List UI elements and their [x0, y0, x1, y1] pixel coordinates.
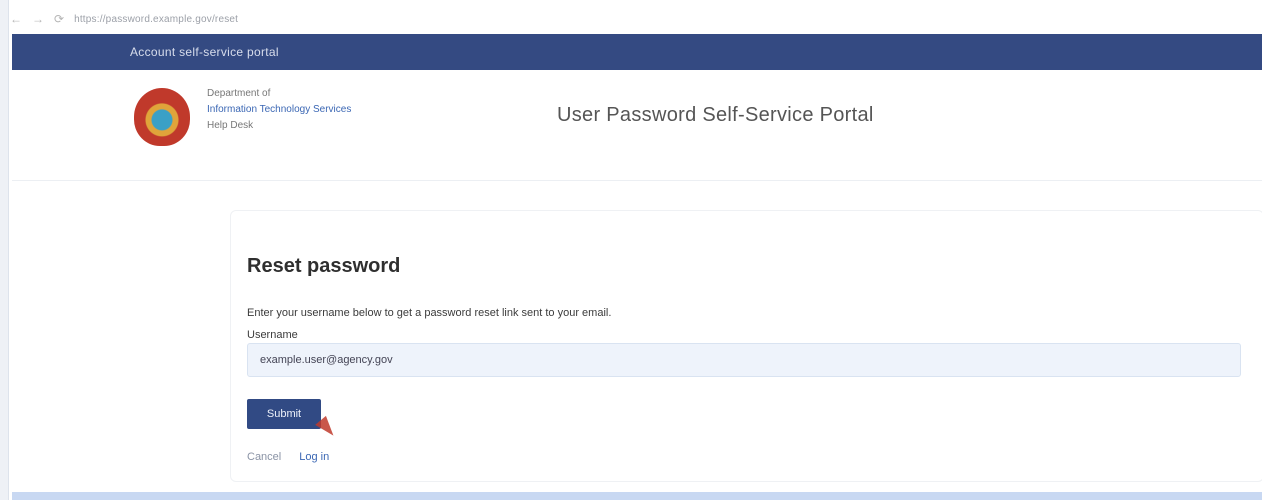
site-top-bar: Account self-service portal — [12, 34, 1262, 70]
back-arrow-icon[interactable]: ← — [10, 12, 22, 26]
browser-address-bar[interactable]: ← → ⟳ https://password.example.gov/reset — [10, 6, 1250, 32]
organization-line-3: Help Desk — [207, 120, 254, 131]
site-header: Department of Information Technology Ser… — [12, 70, 1262, 181]
browser-frame-left — [0, 0, 9, 500]
form-description: Enter your username below to get a passw… — [247, 307, 612, 319]
refresh-icon[interactable]: ⟳ — [54, 12, 64, 26]
form-links: Cancel Log in — [247, 451, 329, 463]
organization-info: Department of Information Technology Ser… — [207, 86, 351, 134]
bottom-border-bar — [12, 492, 1262, 500]
username-label: Username — [247, 329, 298, 341]
organization-line-1: Department of — [207, 88, 271, 99]
page-title: User Password Self-Service Portal — [557, 104, 874, 126]
address-url[interactable]: https://password.example.gov/reset — [74, 14, 238, 25]
login-link[interactable]: Log in — [299, 451, 329, 463]
reset-password-card: Reset password Enter your username below… — [230, 210, 1262, 482]
organization-link[interactable]: Information Technology Services — [207, 102, 351, 118]
cancel-link[interactable]: Cancel — [247, 451, 281, 463]
form-heading: Reset password — [247, 255, 401, 277]
submit-button[interactable]: Submit — [247, 399, 321, 429]
seal-logo-icon — [134, 88, 190, 146]
forward-arrow-icon[interactable]: → — [32, 12, 44, 26]
username-input[interactable] — [247, 343, 1241, 377]
top-bar-title: Account self-service portal — [130, 45, 279, 59]
